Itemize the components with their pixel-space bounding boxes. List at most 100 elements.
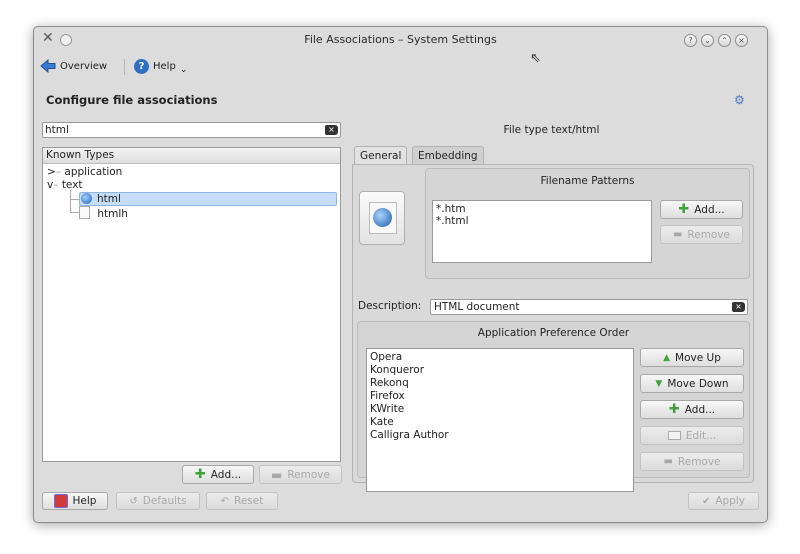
module-icon: ⚙ <box>734 93 745 107</box>
mime-icon-button[interactable] <box>359 191 405 245</box>
defaults-button[interactable]: ↺ Defaults <box>116 492 200 510</box>
apply-button-label: Apply <box>715 495 746 507</box>
add-type-label: Add... <box>210 468 242 481</box>
page-title: Configure file associations <box>46 93 218 107</box>
application-item[interactable]: Kate <box>370 416 394 429</box>
add-application-button[interactable]: ✚ Add... <box>640 400 744 419</box>
application-item[interactable]: KWrite <box>370 403 404 416</box>
edit-icon <box>667 431 681 440</box>
tab-label: General <box>360 150 402 162</box>
add-pattern-label: Add... <box>694 203 725 216</box>
checkmark-icon: ✔ <box>701 495 711 507</box>
filename-patterns-group: Filename Patterns *.htm *.html ✚ Add... … <box>425 168 750 279</box>
add-pattern-button[interactable]: ✚ Add... <box>660 200 743 219</box>
help-icon[interactable]: ? <box>684 34 697 47</box>
add-icon: ✚ <box>678 202 690 217</box>
html-file-icon <box>81 193 92 204</box>
help-menu-label: Help <box>153 60 176 72</box>
tree-item-label: html <box>97 193 121 205</box>
toolbar-separator <box>124 59 125 75</box>
add-icon: ✚ <box>668 402 680 417</box>
search-input[interactable]: html × <box>42 122 341 138</box>
patterns-list[interactable]: *.htm *.html <box>432 200 652 263</box>
application-preference-group: Application Preference Order Opera Konqu… <box>357 321 750 492</box>
apps-title: Application Preference Order <box>477 327 630 339</box>
move-down-label: Move Down <box>667 377 729 390</box>
chevron-down-icon: ⌄ <box>179 65 188 75</box>
pattern-item[interactable]: *.html <box>436 215 469 228</box>
tab-panel-general: Filename Patterns *.htm *.html ✚ Add... … <box>352 164 754 492</box>
add-icon: ✚ <box>194 467 206 482</box>
tree-item-text[interactable]: v– text <box>47 179 83 192</box>
reset-button[interactable]: ↶ Reset <box>206 492 278 510</box>
remove-application-label: Remove <box>677 455 721 468</box>
tree-line <box>70 190 71 212</box>
patterns-title: Filename Patterns <box>540 175 635 187</box>
tree-item-htmlh[interactable]: htmlh <box>79 206 128 221</box>
tree-item-label: application <box>64 166 123 178</box>
back-arrow-icon <box>40 59 56 73</box>
defaults-icon: ↺ <box>129 495 138 507</box>
description-value: HTML document <box>434 301 520 313</box>
add-type-button[interactable]: ✚ Add... <box>182 465 254 484</box>
maximize-icon[interactable]: ⌃ <box>718 34 731 47</box>
tree-header-label: Known Types <box>46 149 115 161</box>
help-book-icon <box>53 494 68 508</box>
help-button[interactable]: Help <box>42 492 108 510</box>
remove-pattern-label: Remove <box>687 228 731 241</box>
remove-type-label: Remove <box>287 468 330 481</box>
tab-label: Embedding <box>418 150 478 162</box>
remove-pattern-button[interactable]: ▬ Remove <box>660 225 743 244</box>
remove-icon: ▬ <box>271 467 283 482</box>
remove-icon: ▬ <box>672 229 683 240</box>
remove-icon: ▬ <box>663 456 673 467</box>
title-bar[interactable]: ✕ File Associations – System Settings ⇖ … <box>34 27 767 66</box>
html-document-icon <box>369 202 397 234</box>
application-item[interactable]: Opera <box>370 351 402 364</box>
known-types-tree[interactable]: Known Types >– application v– text html … <box>42 147 341 462</box>
close-icon[interactable]: × <box>735 34 748 47</box>
remove-application-button[interactable]: ▬ Remove <box>640 452 744 471</box>
add-application-label: Add... <box>684 403 716 416</box>
help-circle-icon: ? <box>134 58 149 74</box>
minimize-icon[interactable]: ⌄ <box>701 34 714 47</box>
application-item[interactable]: Calligra Author <box>370 429 449 442</box>
tree-line <box>70 199 79 200</box>
application-item[interactable]: Firefox <box>370 390 405 403</box>
move-up-button[interactable]: ▲ Move Up <box>640 348 744 367</box>
tree-header[interactable]: Known Types <box>43 148 340 164</box>
tab-general[interactable]: General <box>354 146 408 165</box>
move-down-button[interactable]: ▼ Move Down <box>640 374 744 393</box>
toolbar: Overview ? Help ⌄ <box>34 51 767 79</box>
applications-list[interactable]: Opera Konqueror Rekonq Firefox KWrite Ka… <box>366 348 634 492</box>
clear-description-icon[interactable]: × <box>732 302 745 312</box>
description-field[interactable]: HTML document × <box>430 299 748 315</box>
apply-button[interactable]: ✔ Apply <box>688 492 759 510</box>
search-value: html <box>45 124 69 136</box>
arrow-up-icon: ▲ <box>663 352 671 363</box>
tab-embedding[interactable]: Embedding <box>412 146 484 165</box>
edit-application-button[interactable]: Edit... <box>640 426 744 445</box>
globe-icon <box>373 208 392 227</box>
overview-button[interactable]: Overview <box>40 55 107 77</box>
file-type-title: File type text/html <box>503 124 600 136</box>
arrow-down-icon: ▼ <box>655 378 663 389</box>
tree-item-label: text <box>61 179 83 191</box>
text-file-icon <box>79 206 90 219</box>
defaults-button-label: Defaults <box>142 495 187 507</box>
help-button-label: Help <box>72 495 97 507</box>
reset-icon: ↶ <box>220 495 230 507</box>
application-item[interactable]: Rekonq <box>370 377 409 390</box>
tree-item-html[interactable]: html <box>79 192 337 206</box>
help-menu-button[interactable]: ? Help ⌄ <box>134 55 187 77</box>
edit-application-label: Edit... <box>685 429 717 442</box>
tree-item-label: htmlh <box>97 208 128 220</box>
expand-arrow-icon[interactable]: > <box>47 166 56 178</box>
application-item[interactable]: Konqueror <box>370 364 424 377</box>
clear-search-icon[interactable]: × <box>325 125 338 135</box>
settings-window: ✕ File Associations – System Settings ⇖ … <box>33 26 768 523</box>
description-label: Description: <box>358 300 422 312</box>
overview-label: Overview <box>60 60 108 72</box>
remove-type-button[interactable]: ▬ Remove <box>259 465 342 484</box>
tree-item-application[interactable]: >– application <box>47 166 122 179</box>
